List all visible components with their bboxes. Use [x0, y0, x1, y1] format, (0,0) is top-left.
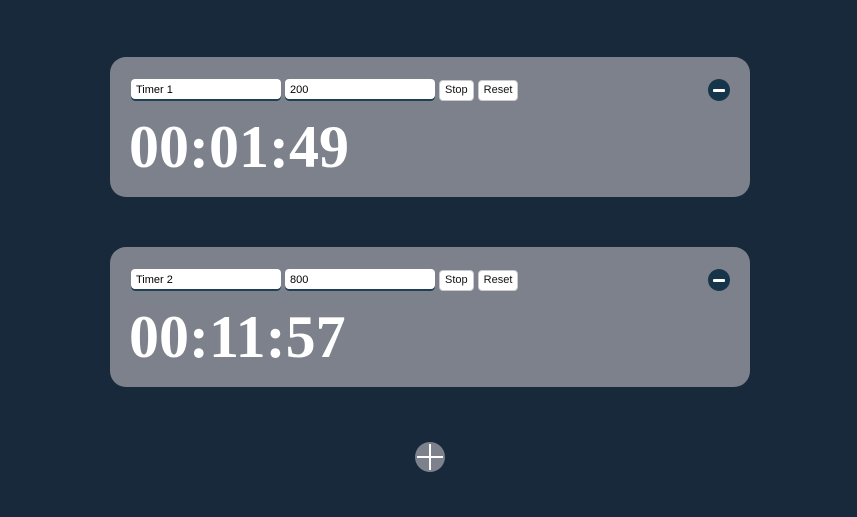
minus-icon — [713, 279, 725, 282]
timer-card: Stop Reset 00:11:57 — [110, 247, 750, 387]
plus-icon-vertical — [429, 444, 431, 470]
reset-button[interactable]: Reset — [477, 79, 519, 101]
stop-button[interactable]: Stop — [439, 79, 474, 101]
timer-controls: Stop Reset — [131, 269, 519, 291]
stop-button[interactable]: Stop — [439, 269, 474, 291]
timer-name-input[interactable] — [131, 269, 281, 291]
timer-app: Stop Reset 00:01:49 Stop Reset 00:11:57 — [0, 0, 857, 517]
remove-timer-button[interactable] — [708, 269, 730, 291]
timer-seconds-input[interactable] — [285, 79, 435, 101]
timer-card: Stop Reset 00:01:49 — [110, 57, 750, 197]
add-timer-button[interactable] — [415, 442, 445, 472]
timer-display: 00:01:49 — [129, 114, 349, 180]
timer-name-input[interactable] — [131, 79, 281, 101]
minus-icon — [713, 89, 725, 92]
timer-seconds-input[interactable] — [285, 269, 435, 291]
timer-controls: Stop Reset — [131, 79, 519, 101]
timer-display: 00:11:57 — [129, 304, 346, 370]
remove-timer-button[interactable] — [708, 79, 730, 101]
reset-button[interactable]: Reset — [477, 269, 519, 291]
